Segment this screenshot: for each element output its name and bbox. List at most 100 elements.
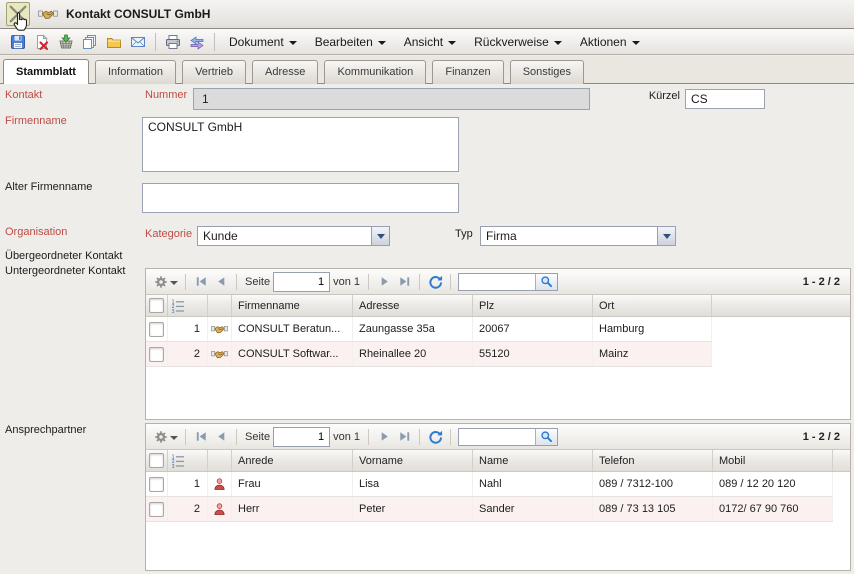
close-icon	[7, 3, 29, 25]
tab-sonstiges[interactable]: Sonstiges	[510, 60, 584, 84]
numbered-list-icon	[171, 454, 185, 468]
last-page-button[interactable]	[394, 272, 414, 292]
cell-adresse: Rheinallee 20	[353, 342, 473, 366]
checkbox[interactable]	[149, 298, 164, 313]
table-row[interactable]: 1 CONSULT Beratun... Zaungasse 35a 20067…	[146, 317, 712, 342]
numbered-list-icon	[171, 299, 185, 313]
import-button[interactable]	[55, 31, 77, 53]
next-page-button[interactable]	[374, 427, 394, 447]
refresh-button[interactable]	[425, 427, 445, 447]
next-page-button[interactable]	[374, 272, 394, 292]
last-page-button[interactable]	[394, 427, 414, 447]
search-button[interactable]	[535, 429, 557, 445]
combo-trigger[interactable]	[657, 227, 675, 245]
delete-button[interactable]	[31, 31, 53, 53]
tab-kommunikation[interactable]: Kommunikation	[324, 60, 426, 84]
contacts-grid-pager: Seite von 1 1 - 2 / 2	[146, 269, 850, 295]
kuerzel-field[interactable]	[685, 89, 765, 109]
partners-grid-pager: Seite von 1 1 - 2 / 2	[146, 424, 850, 450]
table-row[interactable]: 2 CONSULT Softwar... Rheinallee 20 55120…	[146, 342, 712, 367]
row-number: 1	[168, 317, 208, 341]
close-button[interactable]	[6, 2, 30, 26]
column-header-telefon[interactable]: Telefon	[593, 450, 713, 471]
field-label-kuerzel: Kürzel	[630, 90, 680, 102]
row-checkbox[interactable]	[149, 477, 164, 492]
page-title: Kontakt CONSULT GmbH	[66, 0, 210, 28]
select-all-checkbox-header[interactable]	[146, 295, 168, 316]
combo-trigger[interactable]	[371, 227, 389, 245]
menu-bearbeiten[interactable]: Bearbeiten	[306, 31, 395, 53]
window-title-bar: Kontakt CONSULT GmbH	[0, 0, 854, 29]
grid-search-input[interactable]	[459, 430, 535, 444]
checkbox[interactable]	[149, 453, 164, 468]
alter-firmenname-field[interactable]	[142, 183, 459, 213]
column-header-name[interactable]: Name	[473, 450, 593, 471]
row-checkbox[interactable]	[149, 322, 164, 337]
table-row[interactable]: 2 Herr Peter Sander 089 / 73 13 105 0172…	[146, 497, 833, 522]
menu-rueckverweise[interactable]: Rückverweise	[465, 31, 571, 53]
icon-column-header[interactable]	[208, 295, 232, 316]
prev-page-icon	[214, 429, 229, 444]
column-header-ort[interactable]: Ort	[593, 295, 712, 316]
column-header-adresse[interactable]: Adresse	[353, 295, 473, 316]
column-header-vorname[interactable]: Vorname	[353, 450, 473, 471]
row-checkbox[interactable]	[149, 347, 164, 362]
tab-finanzen[interactable]: Finanzen	[432, 60, 503, 84]
page-number-input[interactable]	[273, 272, 330, 292]
field-label-uebergeordneter-kontakt: Übergeordneter Kontakt	[5, 250, 122, 262]
next-page-icon	[377, 274, 392, 289]
firmenname-field[interactable]: CONSULT GmbH	[142, 117, 459, 172]
handshake-icon	[211, 347, 228, 361]
row-number: 1	[168, 472, 208, 496]
email-icon	[130, 34, 146, 50]
typ-select[interactable]: Firma	[480, 226, 676, 246]
row-number-column-header[interactable]	[168, 295, 208, 316]
section-label-organisation: Organisation	[5, 226, 67, 238]
delete-document-icon	[34, 34, 50, 50]
column-header-plz[interactable]: Plz	[473, 295, 593, 316]
gear-menu-button[interactable]	[152, 272, 180, 292]
field-label-typ: Typ	[455, 228, 473, 240]
kategorie-select[interactable]: Kunde	[197, 226, 390, 246]
tab-information[interactable]: Information	[95, 60, 176, 84]
grid-search-input[interactable]	[459, 275, 535, 289]
refresh-icon	[428, 274, 443, 289]
search-button[interactable]	[535, 274, 557, 290]
email-button[interactable]	[127, 31, 149, 53]
transfer-button[interactable]	[186, 31, 208, 53]
folder-button[interactable]	[103, 31, 125, 53]
gear-menu-button[interactable]	[152, 427, 180, 447]
icon-column-header[interactable]	[208, 450, 232, 471]
column-header-anrede[interactable]: Anrede	[232, 450, 353, 471]
print-button[interactable]	[162, 31, 184, 53]
column-header-firmenname[interactable]: Firmenname	[232, 295, 353, 316]
prev-page-button[interactable]	[211, 427, 231, 447]
table-row[interactable]: 1 Frau Lisa Nahl 089 / 7312-100 089 / 12…	[146, 472, 833, 497]
select-all-checkbox-header[interactable]	[146, 450, 168, 471]
tab-vertrieb[interactable]: Vertrieb	[182, 60, 246, 84]
first-page-button[interactable]	[191, 427, 211, 447]
row-checkbox[interactable]	[149, 502, 164, 517]
column-header-mobil[interactable]: Mobil	[713, 450, 833, 471]
tab-stammblatt[interactable]: Stammblatt	[3, 59, 89, 84]
chevron-down-icon	[663, 234, 671, 239]
save-button[interactable]	[7, 31, 29, 53]
chevron-down-icon	[170, 281, 178, 285]
page-label: Seite	[245, 276, 270, 288]
chevron-down-icon	[448, 41, 456, 45]
first-page-button[interactable]	[191, 272, 211, 292]
handshake-icon	[211, 322, 228, 336]
chevron-down-icon	[632, 41, 640, 45]
refresh-button[interactable]	[425, 272, 445, 292]
page-number-input[interactable]	[273, 427, 330, 447]
prev-page-button[interactable]	[211, 272, 231, 292]
menu-dokument[interactable]: Dokument	[220, 31, 306, 53]
row-number-column-header[interactable]	[168, 450, 208, 471]
gear-icon	[154, 430, 168, 444]
copy-button[interactable]	[79, 31, 101, 53]
nummer-field	[193, 88, 590, 110]
menu-ansicht[interactable]: Ansicht	[395, 31, 465, 53]
tab-adresse[interactable]: Adresse	[252, 60, 318, 84]
menu-aktionen[interactable]: Aktionen	[571, 31, 649, 53]
cell-name: Sander	[473, 497, 593, 521]
